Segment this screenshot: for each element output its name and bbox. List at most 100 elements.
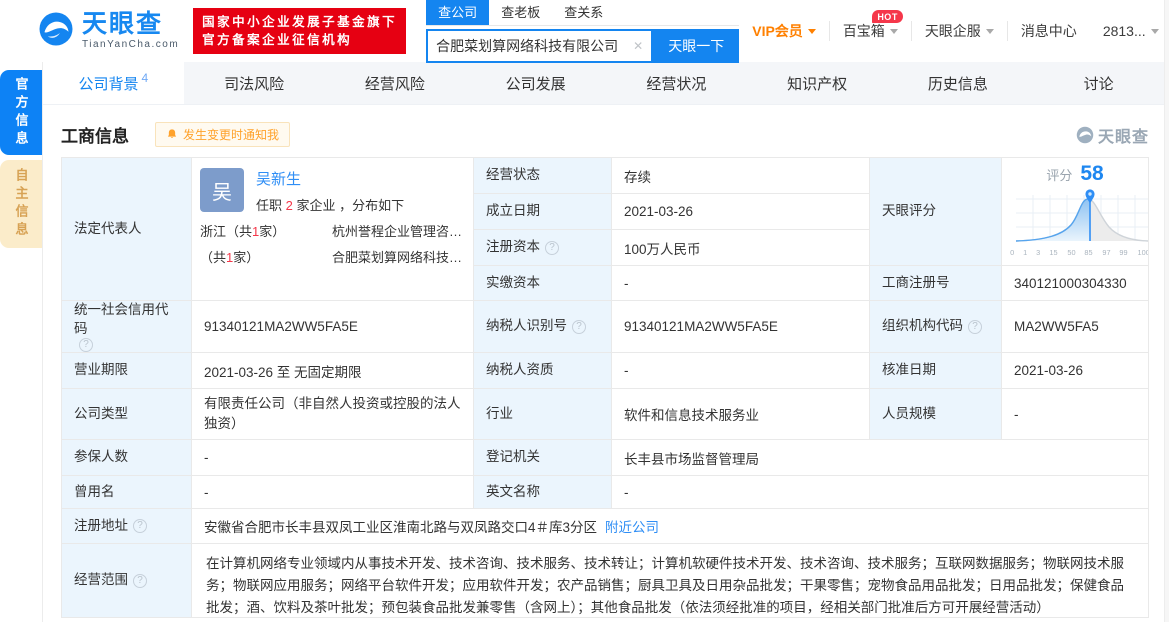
help-icon[interactable] [572, 319, 586, 334]
value-insured-count: - [192, 440, 474, 476]
distribution-row: （共1家） 合肥菜划算网络科技有... [200, 247, 467, 266]
help-icon[interactable] [79, 337, 93, 352]
tab-count: 4 [141, 71, 149, 85]
value-industry: 软件和信息技术服务业 [612, 389, 870, 440]
chevron-down-icon [889, 28, 898, 38]
value-staff-size: - [1002, 389, 1149, 440]
help-icon[interactable] [133, 519, 147, 533]
value-taxpayer-quality: - [612, 353, 870, 389]
header-menu: VIP会员 HOT 百宝箱 天眼企服 消息中心 2813... [739, 10, 1169, 41]
value-english-name: - [612, 476, 1149, 509]
score-caption: 评分 [1046, 167, 1073, 183]
notify-change-button[interactable]: 发生变更时通知我 [155, 122, 291, 147]
help-icon[interactable] [545, 240, 559, 255]
search-button[interactable]: 天眼一下 [653, 29, 740, 63]
tab-operating-status[interactable]: 经营状况 [606, 62, 747, 104]
value-business-scope: 在计算机网络专业领域内从事技术开发、技术咨询、技术服务、技术转让；计算机软硬件技… [192, 544, 1149, 618]
label-establish-date: 成立日期 [474, 194, 612, 230]
label-operating-status: 经营状态 [474, 158, 612, 194]
label-industry: 行业 [474, 389, 612, 440]
search-tab-relation[interactable]: 查关系 [552, 0, 615, 25]
enterprise-service-menu-item[interactable]: 天眼企服 [910, 21, 1007, 41]
label-paid-capital: 实缴资本 [474, 266, 612, 301]
vip-menu-item[interactable]: VIP会员 [739, 21, 829, 41]
label-registered-capital: 注册资本 [474, 230, 612, 266]
tab-company-background[interactable]: 公司背景 4 [43, 62, 184, 104]
top-header: 天眼查 TianYanCha.com 国家中小企业发展子基金旗下 官方备案企业征… [0, 0, 1169, 63]
label-legal-representative: 法定代表人 [62, 158, 192, 301]
search-tab-boss[interactable]: 查老板 [489, 0, 552, 25]
nearby-companies-link[interactable]: 附近公司 [605, 516, 659, 536]
certification-badge: 国家中小企业发展子基金旗下 官方备案企业征信机构 [193, 7, 407, 55]
search-input[interactable] [428, 38, 626, 54]
label-credit-code: 统一社会信用代码 [62, 301, 192, 353]
score-distribution-chart: 01 3 15 50 85 97 99 100 [1010, 187, 1149, 257]
value-paid-capital: - [612, 266, 870, 301]
certification-line1: 国家中小企业发展子基金旗下 [202, 14, 398, 29]
hot-badge: HOT [872, 10, 903, 23]
business-info-table: 法定代表人 吴 吴新生 任职 2 家企业 ，分布如下 浙江（共1家） 杭州誉程企… [61, 157, 1149, 618]
label-taxpayer-id: 纳税人识别号 [474, 301, 612, 353]
watermark-text: 天眼查 [1097, 128, 1149, 146]
logo-domain: TianYanCha.com [82, 39, 180, 50]
label-business-term: 营业期限 [62, 353, 192, 389]
toolbox-menu-item[interactable]: HOT 百宝箱 [828, 10, 911, 41]
value-establish-date: 2021-03-26 [612, 194, 870, 230]
user-account-menu-item[interactable]: 2813... [1090, 23, 1169, 39]
label-registration-number: 工商注册号 [870, 266, 1002, 301]
logo-title: 天眼查 [82, 10, 164, 38]
chevron-down-icon [807, 28, 816, 38]
tianyancha-swirl-icon [1076, 126, 1094, 143]
search-box: ✕ [426, 29, 654, 63]
label-english-name: 英文名称 [474, 476, 612, 509]
section-title: 工商信息 [61, 127, 129, 146]
search-tabs: 查公司 查老板 查关系 [426, 0, 740, 26]
chevron-down-icon [985, 28, 994, 38]
help-icon[interactable] [133, 573, 147, 588]
certification-line2: 官方备案企业征信机构 [202, 33, 353, 47]
content-area: 公司背景 4 司法风险 经营风险 公司发展 经营状况 知识产权 历史信息 讨论 … [42, 62, 1169, 622]
value-organization-code: MA2WW5FA5 [1002, 301, 1149, 353]
label-former-name: 曾用名 [62, 476, 192, 509]
value-registered-address: 安徽省合肥市长丰县双凤工业区淮南北路与双凤路交口4＃库3分区 附近公司 [192, 509, 1149, 544]
label-organization-code: 组织机构代码 [870, 301, 1002, 353]
related-company: 杭州誉程企业管理咨询... [332, 224, 467, 239]
value-operating-status: 存续 [612, 158, 870, 194]
value-company-type: 有限责任公司（非自然人投资或控股的法人独资） [192, 389, 474, 440]
value-approval-date: 2021-03-26 [1002, 353, 1149, 389]
tianyancha-logo[interactable]: 天眼查 TianYanCha.com [38, 11, 179, 52]
label-insured-count: 参保人数 [62, 440, 192, 476]
tab-intellectual-property[interactable]: 知识产权 [747, 62, 888, 104]
sidebar-tab-self-info[interactable]: 自主信息 [0, 160, 42, 248]
value-business-term: 2021-03-26 至 无固定期限 [192, 353, 474, 389]
section-header: 工商信息 发生变更时通知我 天眼查 [61, 122, 1149, 147]
score-value: 58 [1080, 162, 1104, 185]
value-registered-capital: 100万人民币 [612, 230, 870, 266]
value-registration-number: 340121000304330 [1002, 266, 1149, 301]
scrollbar[interactable] [1164, 0, 1169, 622]
watermark: 天眼查 [1076, 123, 1149, 147]
legal-rep-name-link[interactable]: 吴新生 [256, 171, 301, 188]
tab-discussion[interactable]: 讨论 [1028, 62, 1169, 104]
clear-icon[interactable]: ✕ [625, 39, 651, 53]
tab-judicial-risk[interactable]: 司法风险 [184, 62, 325, 104]
value-credit-code: 91340121MA2WW5FA5E [192, 301, 474, 353]
value-registration-authority: 长丰县市场监督管理局 [612, 440, 1149, 476]
score-axis-ticks: 01 3 15 50 85 97 99 100 [1010, 248, 1149, 257]
tab-history-info[interactable]: 历史信息 [888, 62, 1029, 104]
label-tianyan-score: 天眼评分 [870, 158, 1002, 266]
label-staff-size: 人员规模 [870, 389, 1002, 440]
message-center-menu-item[interactable]: 消息中心 [1006, 21, 1090, 41]
search-tab-company[interactable]: 查公司 [426, 0, 490, 25]
chevron-down-icon [1150, 28, 1159, 38]
related-company: 合肥菜划算网络科技有... [332, 250, 467, 265]
sidebar-tab-official-info[interactable]: 官方信息 [0, 70, 42, 155]
help-icon[interactable] [968, 319, 982, 334]
bell-icon [167, 129, 177, 139]
tab-operating-risk[interactable]: 经营风险 [325, 62, 466, 104]
legal-representative-cell: 吴 吴新生 任职 2 家企业 ，分布如下 浙江（共1家） 杭州誉程企业管理咨询.… [192, 158, 474, 301]
label-registered-address: 注册地址 [62, 509, 192, 544]
avatar[interactable]: 吴 [200, 168, 244, 212]
tab-company-development[interactable]: 公司发展 [465, 62, 606, 104]
label-registration-authority: 登记机关 [474, 440, 612, 476]
